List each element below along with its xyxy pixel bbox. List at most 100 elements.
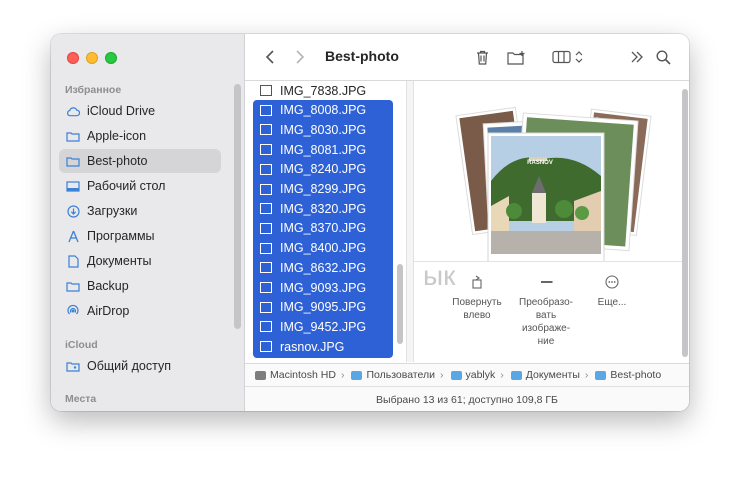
file-row[interactable]: IMG_8240.JPG <box>253 160 393 179</box>
file-name: IMG_9093.JPG <box>280 280 367 295</box>
file-row[interactable]: IMG_8632.JPG <box>253 258 393 277</box>
window-title: Best-photo <box>325 48 399 64</box>
crumb-label: Пользователи <box>366 369 435 381</box>
action-label-line: изображе- <box>521 323 571 334</box>
image-file-icon <box>260 163 272 175</box>
action-label-line: влево <box>463 310 491 321</box>
sidebar-item-documents[interactable]: Документы <box>59 249 221 273</box>
more-icon[interactable] <box>628 46 646 68</box>
file-row[interactable]: IMG_8370.JPG <box>253 219 393 238</box>
download-icon <box>66 204 80 218</box>
sidebar-heading-locations: Места <box>65 393 97 405</box>
file-name: rasnov.JPG <box>280 339 345 354</box>
folder-icon <box>66 129 80 143</box>
back-icon[interactable] <box>261 46 279 68</box>
sidebar-item-desktop[interactable]: Рабочий стол <box>59 174 221 198</box>
path-crumb-macintosh-hd[interactable]: Macintosh HD <box>245 369 336 381</box>
crumb-label: Macintosh HD <box>270 369 336 381</box>
sidebar-item-label: Best-photo <box>87 154 148 168</box>
path-bar: Macintosh HD › Пользователи › yablyk › Д… <box>245 363 689 386</box>
sidebar-item-label: Общий доступ <box>87 359 171 373</box>
sidebar-item-label: Apple-icon <box>87 129 147 143</box>
file-name: IMG_8030.JPG <box>280 122 367 137</box>
file-row[interactable]: IMG_8081.JPG <box>253 140 393 159</box>
sidebar-item-icloud-drive[interactable]: iCloud Drive <box>59 99 221 123</box>
sidebar-item-downloads[interactable]: Загрузки <box>59 199 221 223</box>
crumb-label: Документы <box>525 369 580 381</box>
folder-icon <box>66 154 80 168</box>
file-row[interactable]: IMG_8320.JPG <box>253 199 393 218</box>
image-file-icon <box>260 341 272 353</box>
file-name: IMG_8632.JPG <box>280 260 367 275</box>
path-crumb-documents[interactable]: Документы <box>509 369 580 381</box>
zoom-window-button[interactable] <box>105 52 117 64</box>
image-file-icon <box>260 124 272 136</box>
sidebar-item-airdrop[interactable]: AirDrop <box>59 299 221 323</box>
file-row[interactable]: IMG_8400.JPG <box>253 239 393 258</box>
chevron-right-icon: › <box>500 369 504 381</box>
file-row[interactable]: IMG_7838.JPG <box>253 81 393 100</box>
image-file-icon <box>260 85 272 96</box>
image-file-icon <box>260 222 272 234</box>
path-crumb-users[interactable]: Пользователи <box>349 369 435 381</box>
rotate-left-icon <box>470 275 484 289</box>
forward-icon[interactable] <box>291 46 309 68</box>
file-row[interactable]: IMG_8030.JPG <box>253 120 393 139</box>
preview-scrollbar[interactable] <box>682 89 688 357</box>
sidebar-item-best-photo[interactable]: Best-photo <box>59 149 221 173</box>
chevron-right-icon: › <box>340 369 345 381</box>
close-window-button[interactable] <box>67 52 79 64</box>
sidebar-item-applications[interactable]: Программы <box>59 224 221 248</box>
cloud-icon <box>66 104 80 118</box>
markup-icon <box>539 275 553 289</box>
sidebar-item-shared[interactable]: Общий доступ <box>59 354 221 378</box>
apps-icon <box>66 229 80 243</box>
file-row[interactable]: rasnov.JPG <box>253 337 393 356</box>
file-name: IMG_8370.JPG <box>280 221 367 236</box>
action-label-line: Еще... <box>597 297 627 308</box>
image-file-icon <box>260 104 272 116</box>
hard-drive-icon <box>255 370 266 380</box>
new-folder-icon[interactable] <box>505 46 529 68</box>
file-list-scrollbar[interactable] <box>397 264 403 344</box>
sidebar-item-label: Backup <box>87 279 129 293</box>
desktop-icon <box>66 179 80 193</box>
document-icon <box>66 254 80 268</box>
file-row[interactable]: IMG_8299.JPG <box>253 180 393 199</box>
path-crumb-yablyk[interactable]: yablyk <box>449 369 495 381</box>
sidebar-item-label: AirDrop <box>87 304 130 318</box>
action-label-line: Повернуть <box>452 297 502 308</box>
sidebar: Избранное iCloud Drive Apple-icon Best-p… <box>51 34 245 411</box>
sidebar-scrollbar[interactable] <box>234 84 241 329</box>
folder-icon <box>66 279 80 293</box>
preview-pane: RASNOV Повернуть влево Преобразо- вать и… <box>414 81 689 362</box>
chevron-right-icon: › <box>440 369 444 381</box>
file-row[interactable]: IMG_9093.JPG <box>253 278 393 297</box>
home-folder-icon <box>450 370 462 380</box>
file-list-column: IMG_7838.JPG IMG_8008.JPG IMG_8030.JPG I… <box>245 81 406 362</box>
file-name: IMG_8299.JPG <box>280 182 367 196</box>
image-file-icon <box>260 262 272 274</box>
file-row[interactable]: IMG_8008.JPG <box>253 101 393 120</box>
action-label-line: ние <box>537 336 555 347</box>
image-file-icon <box>260 301 272 313</box>
path-crumb-best-photo[interactable]: Best-photo <box>593 369 661 381</box>
file-row[interactable]: IMG_9452.JPG <box>253 317 393 336</box>
sidebar-item-backup[interactable]: Backup <box>59 274 221 298</box>
minimize-window-button[interactable] <box>86 52 98 64</box>
trash-icon[interactable] <box>473 46 491 68</box>
airdrop-icon <box>66 304 80 318</box>
more-actions-button[interactable]: Еще... <box>577 275 647 309</box>
file-name: IMG_8400.JPG <box>280 241 367 256</box>
file-row[interactable]: IMG_9095.JPG <box>253 298 393 317</box>
search-icon[interactable] <box>654 46 672 68</box>
file-name: IMG_8081.JPG <box>280 142 367 157</box>
sidebar-item-label: Загрузки <box>87 204 138 218</box>
sidebar-item-label: Рабочий стол <box>87 179 166 193</box>
image-file-icon <box>260 242 272 254</box>
columns-view-icon[interactable] <box>551 46 587 68</box>
markup-button[interactable]: Преобразо- вать изображе- ние <box>511 275 581 348</box>
sidebar-item-apple-icon[interactable]: Apple-icon <box>59 124 221 148</box>
column-resize-handle[interactable] <box>406 81 414 362</box>
action-label-line: вать <box>535 310 557 321</box>
